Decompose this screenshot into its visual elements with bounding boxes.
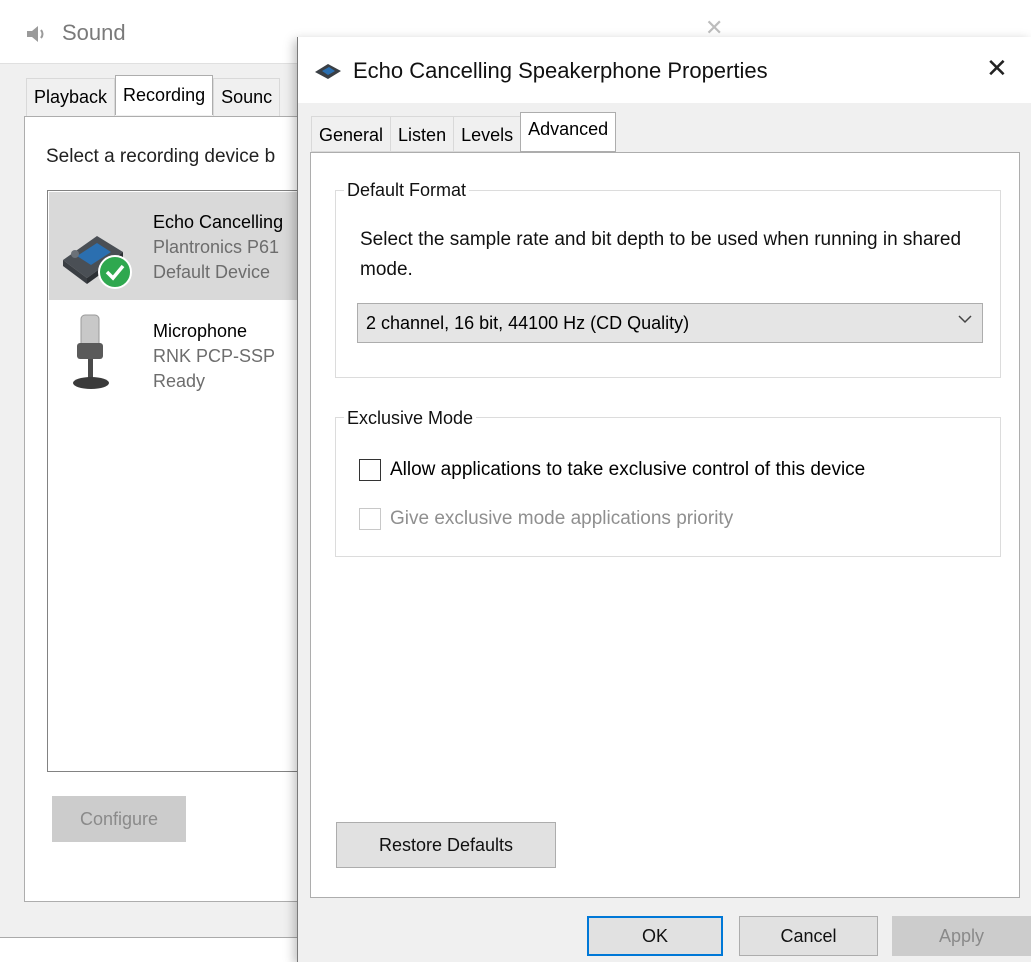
tab-listen[interactable]: Listen — [390, 116, 454, 152]
dialog-titlebar: Echo Cancelling Speakerphone Properties … — [298, 37, 1031, 103]
device-model: RNK PCP-SSP — [153, 346, 276, 366]
configure-button[interactable]: Configure — [52, 796, 186, 842]
device-name: Microphone — [153, 321, 248, 341]
exclusive-priority-label: Give exclusive mode applications priorit… — [390, 508, 734, 529]
ok-button[interactable]: OK — [587, 916, 723, 956]
restore-defaults-button[interactable]: Restore Defaults — [336, 822, 556, 868]
dialog-title: Echo Cancelling Speakerphone Properties — [353, 58, 768, 83]
default-check-icon — [97, 254, 133, 295]
cancel-button[interactable]: Cancel — [739, 916, 878, 956]
tab-playback[interactable]: Playback — [26, 78, 116, 116]
dialog-tabs: General Listen Levels Advanced — [311, 112, 617, 152]
tab-general[interactable]: General — [311, 116, 391, 152]
tab-advanced[interactable]: Advanced — [520, 112, 617, 152]
speakerphone-small-icon — [314, 61, 342, 86]
default-format-description: Select the sample rate and bit depth to … — [360, 229, 962, 280]
apply-button[interactable]: Apply — [892, 916, 1031, 956]
sound-window-title: Sound — [62, 20, 126, 45]
allow-exclusive-checkbox[interactable] — [359, 459, 381, 481]
microphone-icon — [69, 313, 113, 398]
device-name: Echo Cancelling — [153, 212, 284, 232]
device-model: Plantronics P61 — [153, 237, 280, 257]
chevron-down-icon — [958, 311, 972, 327]
format-select-value: 2 channel, 16 bit, 44100 Hz (CD Quality) — [366, 313, 690, 333]
tab-recording[interactable]: Recording — [115, 75, 214, 115]
device-text: Microphone RNK PCP-SSP Ready — [153, 319, 275, 394]
allow-exclusive-label: Allow applications to take exclusive con… — [390, 459, 866, 480]
exclusive-mode-group — [335, 417, 1001, 557]
device-status: Ready — [153, 371, 206, 391]
sound-tabs: Playback Recording Sounc — [26, 75, 281, 116]
recording-instruction: Select a recording device b — [46, 146, 276, 167]
speaker-icon — [24, 22, 48, 51]
default-format-label: Default Format — [344, 180, 470, 201]
format-select[interactable]: 2 channel, 16 bit, 44100 Hz (CD Quality) — [357, 303, 983, 343]
exclusive-mode-label: Exclusive Mode — [344, 408, 477, 429]
tab-sounds[interactable]: Sounc — [213, 78, 281, 116]
close-icon[interactable]: ✕ — [986, 53, 1008, 84]
device-text: Echo Cancelling Plantronics P61 Default … — [153, 210, 283, 285]
exclusive-priority-checkbox — [359, 508, 381, 530]
tab-levels[interactable]: Levels — [453, 116, 521, 152]
device-status: Default Device — [153, 262, 271, 282]
